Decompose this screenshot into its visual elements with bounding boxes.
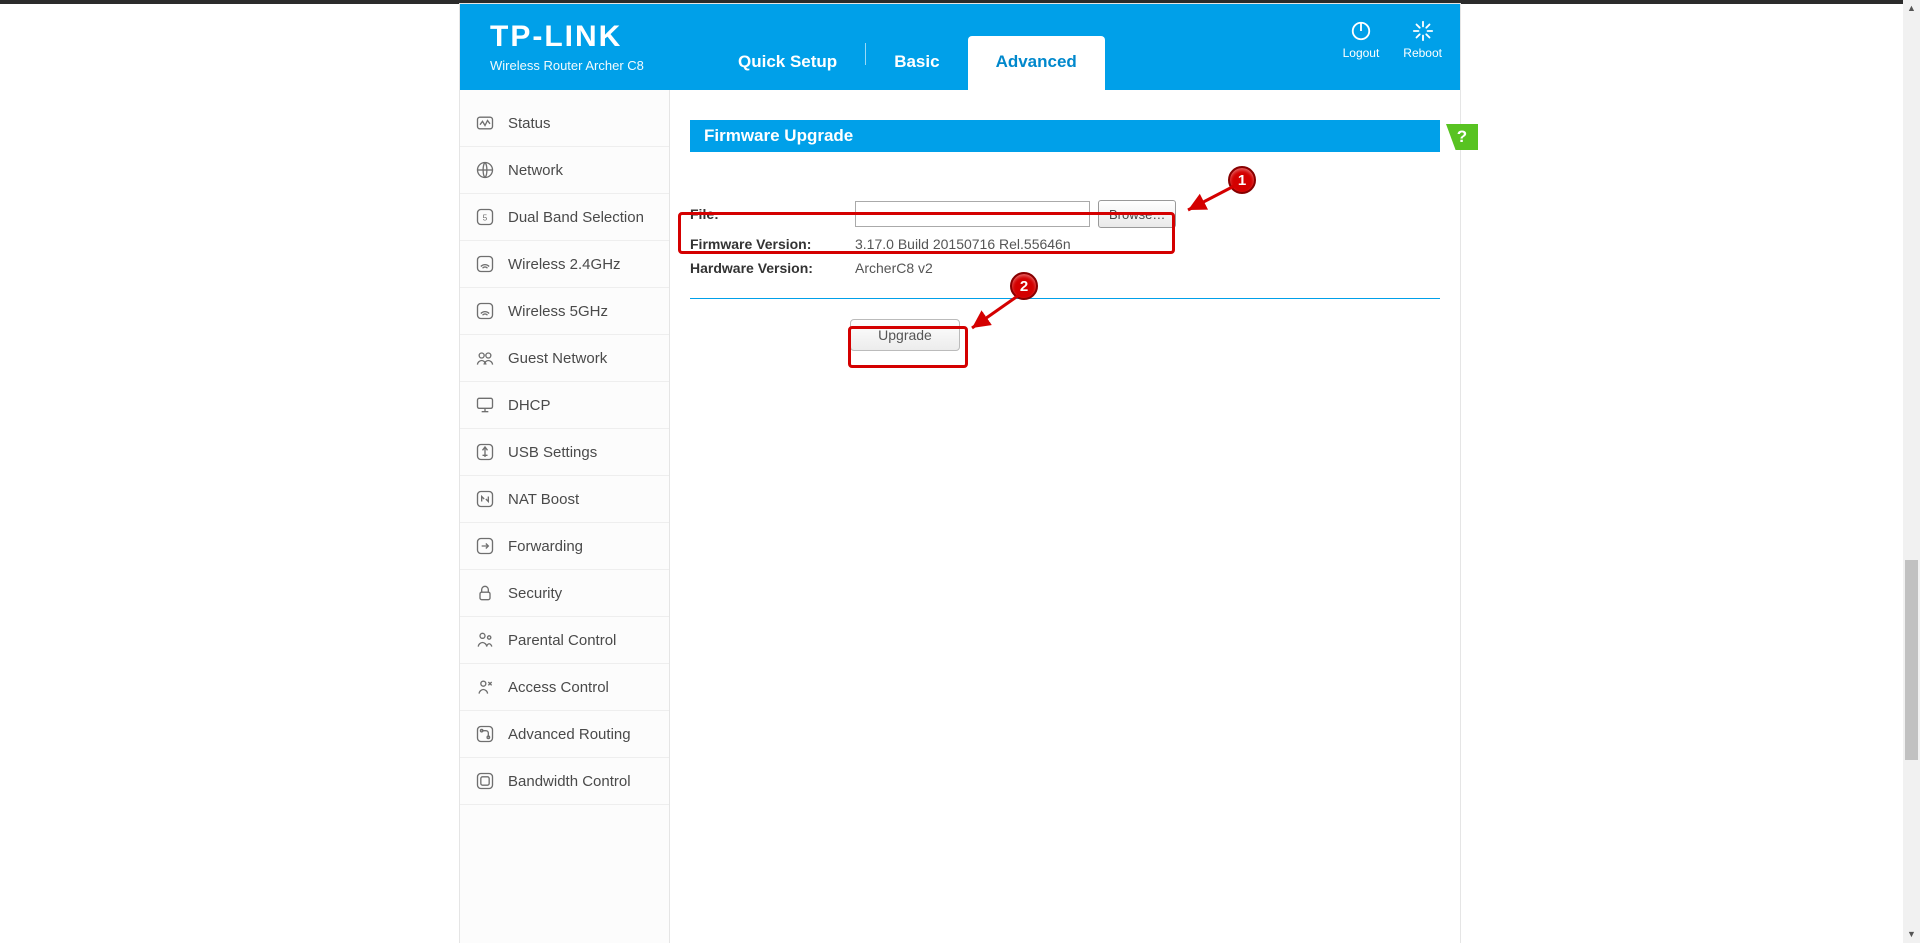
file-label: File: [690, 206, 855, 222]
section-divider [690, 298, 1440, 299]
parental-icon [474, 629, 496, 651]
tab-quick-setup[interactable]: Quick Setup [710, 36, 865, 90]
usb-icon [474, 441, 496, 463]
svg-text:5: 5 [483, 212, 488, 222]
hardware-version-value: ArcherC8 v2 [855, 260, 933, 276]
sidebar-item-dual-band[interactable]: 5 Dual Band Selection [460, 194, 669, 241]
sidebar-item-status[interactable]: Status [460, 100, 669, 147]
hardware-version-row: Hardware Version: ArcherC8 v2 [690, 260, 1440, 276]
form-area: 1 2 File: Browse… Firmware Versi [690, 170, 1440, 351]
sidebar-item-label: USB Settings [508, 444, 597, 461]
app-container: TP-LINK Wireless Router Archer C8 Quick … [460, 4, 1460, 943]
sidebar-item-label: Access Control [508, 679, 609, 696]
routing-icon [474, 723, 496, 745]
access-icon [474, 676, 496, 698]
tab-advanced[interactable]: Advanced [968, 36, 1105, 90]
header-actions: Logout Reboot [1343, 18, 1442, 60]
content-area: Firmware Upgrade 1 2 File: [670, 90, 1460, 943]
sidebar-item-parental-control[interactable]: Parental Control [460, 617, 669, 664]
sidebar-item-label: Advanced Routing [508, 726, 631, 743]
monitor-icon [474, 394, 496, 416]
sidebar-item-forwarding[interactable]: Forwarding [460, 523, 669, 570]
firmware-version-label: Firmware Version: [690, 236, 855, 252]
sidebar-item-label: Wireless 2.4GHz [508, 256, 621, 273]
brand-block: TP-LINK Wireless Router Archer C8 [490, 22, 644, 73]
sidebar-item-label: Forwarding [508, 538, 583, 555]
firmware-version-row: Firmware Version: 3.17.0 Build 20150716 … [690, 236, 1440, 252]
users-icon [474, 347, 496, 369]
brand-name: TP-LINK [490, 22, 644, 52]
dual-band-icon: 5 [474, 206, 496, 228]
sidebar-item-wireless-24[interactable]: Wireless 2.4GHz [460, 241, 669, 288]
window-scrollbar[interactable]: ▲ ▼ [1903, 0, 1920, 943]
panel-title: Firmware Upgrade [690, 120, 1440, 152]
file-row: File: Browse… [690, 200, 1440, 228]
wifi-icon [474, 253, 496, 275]
logout-label: Logout [1343, 46, 1380, 60]
upgrade-button[interactable]: Upgrade [850, 319, 960, 351]
scrollbar-up-icon[interactable]: ▲ [1903, 0, 1920, 17]
sidebar-item-label: Dual Band Selection [508, 209, 644, 226]
body: Status Network 5 Dual Band Selection Wir… [460, 90, 1460, 943]
sidebar-item-security[interactable]: Security [460, 570, 669, 617]
scrollbar-thumb[interactable] [1905, 560, 1918, 760]
sidebar-item-wireless-5[interactable]: Wireless 5GHz [460, 288, 669, 335]
reboot-label: Reboot [1403, 46, 1442, 60]
annotation-badge-1: 1 [1228, 166, 1256, 194]
firmware-version-value: 3.17.0 Build 20150716 Rel.55646n [855, 236, 1071, 252]
reboot-button[interactable]: Reboot [1403, 18, 1442, 60]
power-icon [1348, 18, 1374, 44]
sidebar-item-label: Bandwidth Control [508, 773, 631, 790]
lock-icon [474, 582, 496, 604]
upgrade-button-row: Upgrade [690, 319, 1440, 351]
sidebar-item-label: Network [508, 162, 563, 179]
sidebar-item-guest-network[interactable]: Guest Network [460, 335, 669, 382]
scrollbar-down-icon[interactable]: ▼ [1903, 926, 1920, 943]
hardware-version-label: Hardware Version: [690, 260, 855, 276]
annotation-badge-2: 2 [1010, 272, 1038, 300]
wifi-icon [474, 300, 496, 322]
sidebar-item-access-control[interactable]: Access Control [460, 664, 669, 711]
sidebar: Status Network 5 Dual Band Selection Wir… [460, 90, 670, 943]
logout-button[interactable]: Logout [1343, 18, 1380, 60]
forward-icon [474, 535, 496, 557]
sidebar-item-label: Guest Network [508, 350, 607, 367]
reboot-icon [1410, 18, 1436, 44]
sidebar-item-bandwidth-control[interactable]: Bandwidth Control [460, 758, 669, 805]
browse-button[interactable]: Browse… [1098, 200, 1176, 228]
sidebar-item-network[interactable]: Network [460, 147, 669, 194]
brand-subtitle: Wireless Router Archer C8 [490, 58, 644, 73]
tab-basic[interactable]: Basic [866, 36, 967, 90]
main-tabs: Quick Setup Basic Advanced [710, 36, 1105, 90]
sidebar-item-label: NAT Boost [508, 491, 579, 508]
sidebar-item-usb-settings[interactable]: USB Settings [460, 429, 669, 476]
sidebar-item-label: Security [508, 585, 562, 602]
sidebar-item-label: Parental Control [508, 632, 616, 649]
sidebar-item-label: Wireless 5GHz [508, 303, 608, 320]
sidebar-item-dhcp[interactable]: DHCP [460, 382, 669, 429]
file-input[interactable] [855, 201, 1090, 227]
status-icon [474, 112, 496, 134]
globe-icon [474, 159, 496, 181]
sidebar-item-label: Status [508, 115, 551, 132]
sidebar-item-label: DHCP [508, 397, 551, 414]
bandwidth-icon [474, 770, 496, 792]
nat-icon [474, 488, 496, 510]
sidebar-item-advanced-routing[interactable]: Advanced Routing [460, 711, 669, 758]
sidebar-item-nat-boost[interactable]: NAT Boost [460, 476, 669, 523]
header: TP-LINK Wireless Router Archer C8 Quick … [460, 4, 1460, 90]
